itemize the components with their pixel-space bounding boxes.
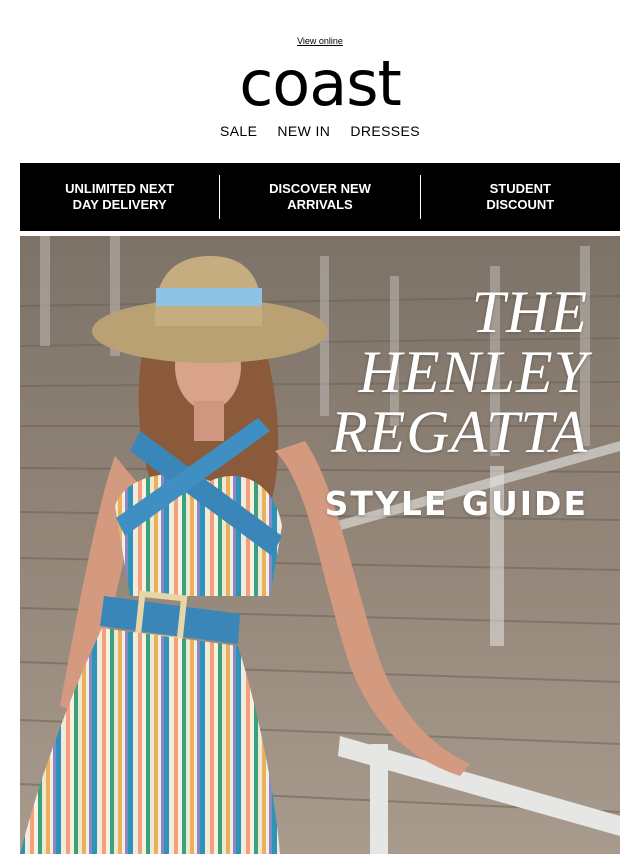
- view-online-link[interactable]: View online: [297, 36, 343, 46]
- promo-student-discount[interactable]: STUDENT DISCOUNT: [421, 175, 620, 219]
- promo-next-day-delivery[interactable]: UNLIMITED NEXT DAY DELIVERY: [20, 175, 219, 219]
- hero-title-line: THE: [471, 279, 588, 345]
- promo-bar: UNLIMITED NEXT DAY DELIVERY DISCOVER NEW…: [20, 163, 620, 231]
- main-nav: SALE NEW IN DRESSES: [0, 123, 640, 139]
- view-online-bar: View online: [0, 36, 640, 46]
- hero-headline: THE HENLEY REGATTA STYLE GUIDE: [325, 282, 588, 523]
- hero-title-line: HENLEY: [358, 339, 588, 405]
- hero-title-line: REGATTA: [331, 399, 588, 465]
- nav-item-new-in[interactable]: NEW IN: [277, 123, 330, 139]
- promo-new-arrivals[interactable]: DISCOVER NEW ARRIVALS: [220, 175, 419, 219]
- hero-banner[interactable]: THE HENLEY REGATTA STYLE GUIDE: [20, 236, 620, 854]
- promo-label: STUDENT DISCOUNT: [486, 181, 555, 212]
- nav-item-dresses[interactable]: DRESSES: [350, 123, 420, 139]
- nav-item-sale[interactable]: SALE: [220, 123, 257, 139]
- brand-logo[interactable]: coast: [0, 48, 640, 120]
- promo-label: UNLIMITED NEXT DAY DELIVERY: [65, 181, 175, 212]
- hero-subtitle: STYLE GUIDE: [324, 484, 588, 523]
- promo-label: DISCOVER NEW ARRIVALS: [269, 181, 371, 212]
